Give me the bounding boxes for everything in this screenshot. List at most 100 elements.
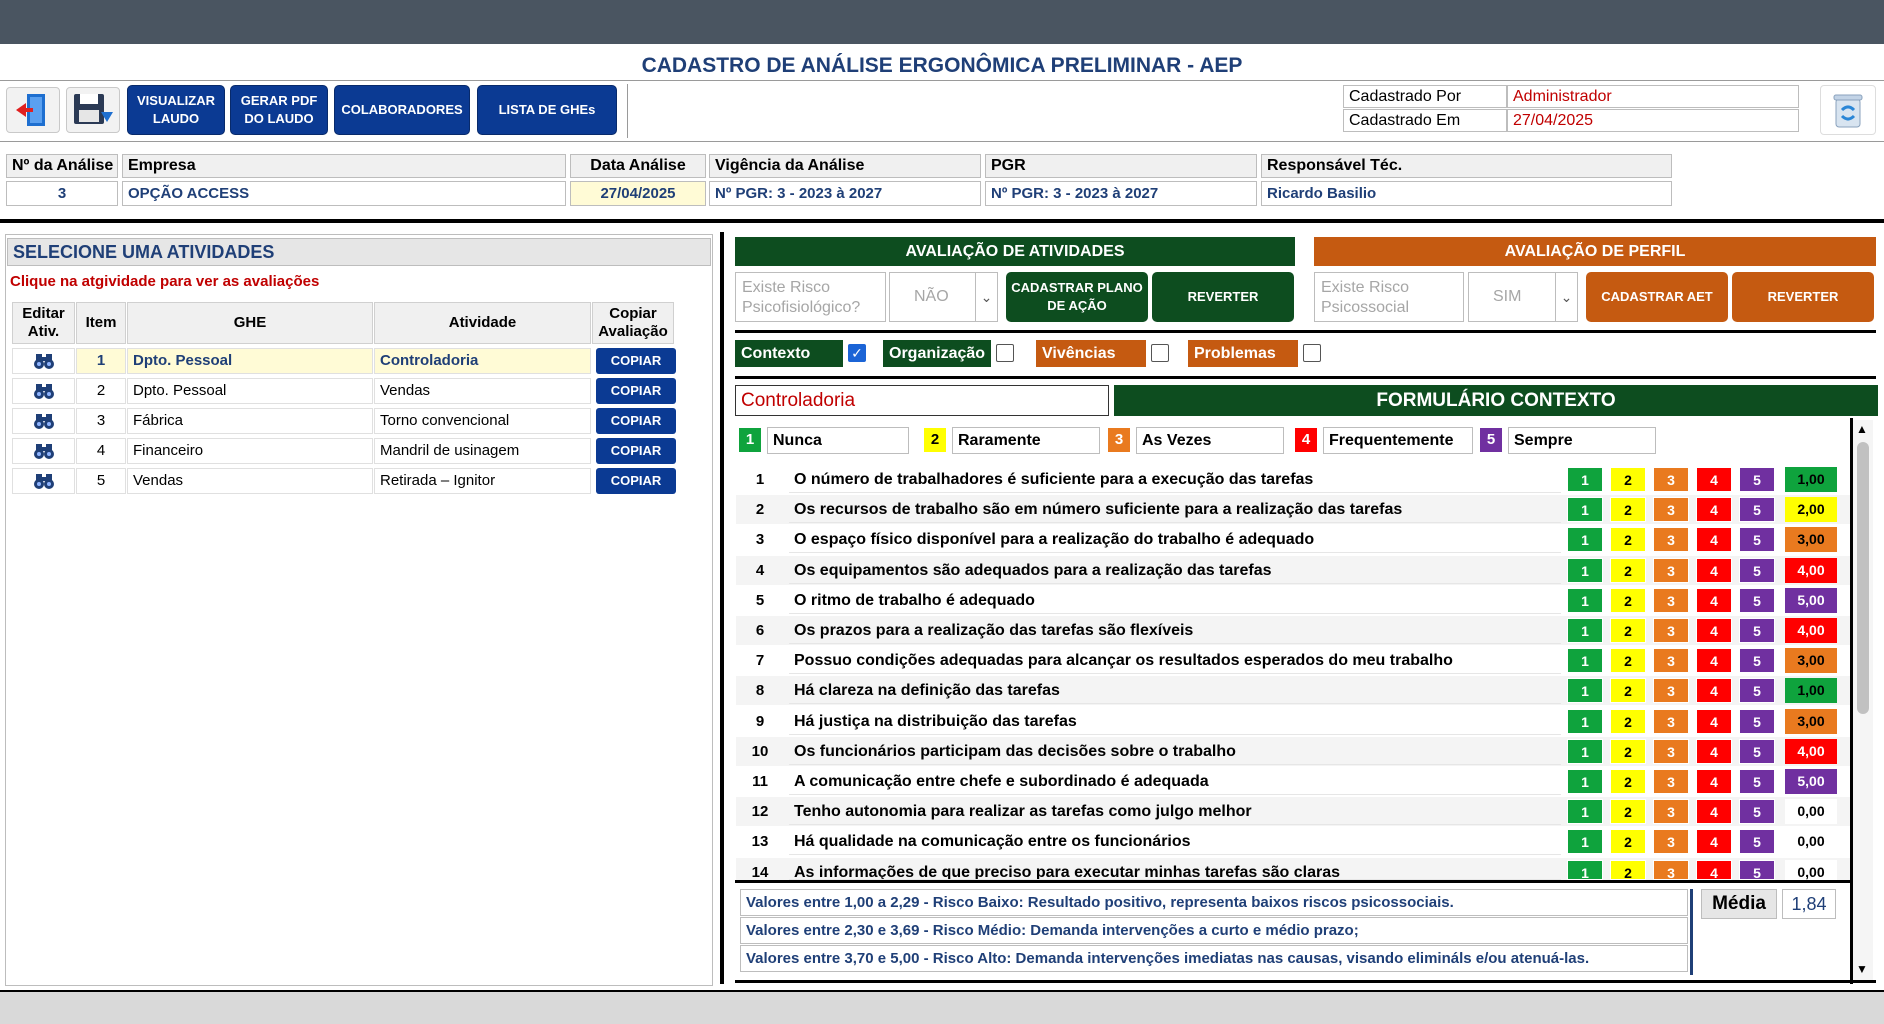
rating-button[interactable]: 4 bbox=[1696, 648, 1732, 674]
scrollbar-thumb[interactable] bbox=[1857, 442, 1869, 714]
scroll-up-icon[interactable]: ▲ bbox=[1856, 422, 1868, 436]
rating-button[interactable]: 5 bbox=[1739, 769, 1775, 794]
rating-button[interactable]: 4 bbox=[1696, 497, 1732, 523]
rating-button[interactable]: 3 bbox=[1653, 587, 1689, 613]
rating-button[interactable]: 4 bbox=[1696, 829, 1732, 855]
rating-button[interactable]: 3 bbox=[1653, 467, 1689, 492]
rating-button[interactable]: 4 bbox=[1696, 799, 1732, 825]
responsible-field[interactable]: Ricardo Basilio bbox=[1261, 181, 1672, 206]
rating-button[interactable]: 5 bbox=[1739, 497, 1775, 523]
problems-checkbox[interactable] bbox=[1303, 344, 1321, 362]
edit-activity-button[interactable] bbox=[12, 348, 75, 374]
rating-button[interactable]: 2 bbox=[1610, 799, 1646, 825]
copy-evaluation-button[interactable]: COPIAR bbox=[596, 408, 676, 434]
rating-button[interactable]: 1 bbox=[1567, 618, 1603, 643]
rating-button[interactable]: 2 bbox=[1610, 738, 1646, 764]
analysis-date-field[interactable]: 27/04/2025 bbox=[570, 181, 706, 206]
edit-activity-button[interactable] bbox=[12, 378, 75, 404]
rating-button[interactable]: 3 bbox=[1653, 678, 1689, 704]
rating-button[interactable]: 5 bbox=[1739, 738, 1775, 764]
rating-button[interactable]: 5 bbox=[1739, 678, 1775, 704]
activity-ghe[interactable]: Financeiro bbox=[127, 438, 373, 464]
activity-ghe[interactable]: Vendas bbox=[127, 468, 373, 494]
rating-button[interactable]: 1 bbox=[1567, 678, 1603, 704]
activity-name[interactable]: Vendas bbox=[374, 378, 591, 404]
rating-button[interactable]: 3 bbox=[1653, 708, 1689, 734]
tab-experiences[interactable]: Vivências bbox=[1036, 340, 1146, 367]
rating-button[interactable]: 3 bbox=[1653, 527, 1689, 553]
rating-button[interactable]: 3 bbox=[1653, 497, 1689, 523]
rating-button[interactable]: 1 bbox=[1567, 708, 1603, 734]
chevron-down-icon[interactable]: ⌄ bbox=[975, 273, 997, 321]
rating-button[interactable]: 5 bbox=[1739, 467, 1775, 492]
rating-button[interactable]: 5 bbox=[1739, 527, 1775, 553]
pgr-field[interactable]: Nº PGR: 3 - 2023 à 2027 bbox=[985, 181, 1257, 206]
rating-button[interactable]: 4 bbox=[1696, 738, 1732, 764]
rating-button[interactable]: 2 bbox=[1610, 527, 1646, 553]
rating-button[interactable]: 2 bbox=[1610, 859, 1646, 880]
psychosocial-risk-select[interactable]: SIM ⌄ bbox=[1468, 272, 1578, 322]
rating-button[interactable]: 5 bbox=[1739, 829, 1775, 855]
tab-problems[interactable]: Problemas bbox=[1188, 340, 1298, 367]
rating-button[interactable]: 2 bbox=[1610, 467, 1646, 492]
context-checkbox[interactable]: ✓ bbox=[848, 344, 866, 362]
generate-pdf-button[interactable]: GERAR PDF DO LAUDO bbox=[230, 85, 328, 135]
rating-button[interactable]: 1 bbox=[1567, 497, 1603, 523]
rating-button[interactable]: 1 bbox=[1567, 467, 1603, 492]
organization-checkbox[interactable] bbox=[996, 344, 1014, 362]
copy-evaluation-button[interactable]: COPIAR bbox=[596, 348, 676, 374]
rating-button[interactable]: 1 bbox=[1567, 587, 1603, 613]
rating-button[interactable]: 4 bbox=[1696, 557, 1732, 583]
psychophysiological-risk-select[interactable]: NÃO ⌄ bbox=[889, 272, 998, 322]
rating-button[interactable]: 5 bbox=[1739, 587, 1775, 613]
rating-button[interactable]: 1 bbox=[1567, 648, 1603, 674]
rating-button[interactable]: 5 bbox=[1739, 648, 1775, 674]
rating-button[interactable]: 2 bbox=[1610, 678, 1646, 704]
rating-button[interactable]: 3 bbox=[1653, 799, 1689, 825]
activity-name[interactable]: Torno convencional bbox=[374, 408, 591, 434]
edit-activity-button[interactable] bbox=[12, 468, 75, 494]
rating-button[interactable]: 1 bbox=[1567, 829, 1603, 855]
experiences-checkbox[interactable] bbox=[1151, 344, 1169, 362]
activity-name[interactable]: Mandril de usinagem bbox=[374, 438, 591, 464]
rating-button[interactable]: 2 bbox=[1610, 497, 1646, 523]
rating-button[interactable]: 4 bbox=[1696, 769, 1732, 794]
rating-button[interactable]: 4 bbox=[1696, 587, 1732, 613]
rating-button[interactable]: 5 bbox=[1739, 618, 1775, 643]
rating-button[interactable]: 2 bbox=[1610, 708, 1646, 734]
chevron-down-icon[interactable]: ⌄ bbox=[1555, 273, 1577, 321]
rating-button[interactable]: 4 bbox=[1696, 859, 1732, 880]
save-button[interactable] bbox=[66, 87, 120, 133]
rating-button[interactable]: 1 bbox=[1567, 769, 1603, 794]
rating-button[interactable]: 3 bbox=[1653, 618, 1689, 643]
rating-button[interactable]: 2 bbox=[1610, 648, 1646, 674]
questions-scrollbar[interactable]: ▲ ▼ bbox=[1853, 420, 1873, 982]
rating-button[interactable]: 1 bbox=[1567, 557, 1603, 583]
validity-field[interactable]: Nº PGR: 3 - 2023 à 2027 bbox=[709, 181, 981, 206]
rating-button[interactable]: 2 bbox=[1610, 618, 1646, 643]
rating-button[interactable]: 5 bbox=[1739, 557, 1775, 583]
rating-button[interactable]: 5 bbox=[1739, 859, 1775, 880]
company-field[interactable]: OPÇÃO ACCESS bbox=[122, 181, 566, 206]
activity-item-number[interactable]: 5 bbox=[76, 468, 126, 494]
profile-revert-button[interactable]: REVERTER bbox=[1732, 272, 1874, 322]
copy-evaluation-button[interactable]: COPIAR bbox=[596, 438, 676, 464]
delete-button[interactable] bbox=[1820, 85, 1876, 135]
collaborators-button[interactable]: COLABORADORES bbox=[334, 85, 470, 135]
rating-button[interactable]: 3 bbox=[1653, 769, 1689, 794]
rating-button[interactable]: 4 bbox=[1696, 467, 1732, 492]
rating-button[interactable]: 4 bbox=[1696, 678, 1732, 704]
activity-ghe[interactable]: Dpto. Pessoal bbox=[127, 378, 373, 404]
tab-organization[interactable]: Organização bbox=[883, 340, 991, 367]
register-action-plan-button[interactable]: CADASTRAR PLANO DE AÇÃO bbox=[1006, 272, 1148, 322]
activity-item-number[interactable]: 2 bbox=[76, 378, 126, 404]
copy-evaluation-button[interactable]: COPIAR bbox=[596, 468, 676, 494]
rating-button[interactable]: 1 bbox=[1567, 738, 1603, 764]
rating-button[interactable]: 2 bbox=[1610, 557, 1646, 583]
register-aet-button[interactable]: CADASTRAR AET bbox=[1586, 272, 1728, 322]
rating-button[interactable]: 1 bbox=[1567, 527, 1603, 553]
rating-button[interactable]: 4 bbox=[1696, 618, 1732, 643]
scroll-down-icon[interactable]: ▼ bbox=[1856, 962, 1868, 976]
ghe-list-button[interactable]: LISTA DE GHEs bbox=[477, 85, 617, 135]
tab-context[interactable]: Contexto bbox=[735, 340, 843, 367]
